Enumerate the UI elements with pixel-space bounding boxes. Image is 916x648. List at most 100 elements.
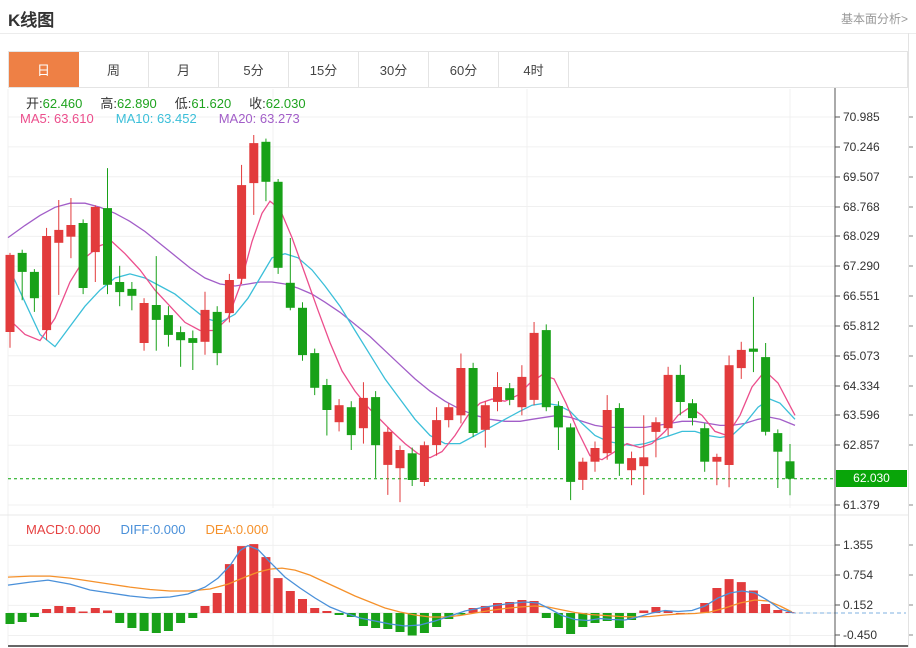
macd-bar xyxy=(261,557,271,613)
candle xyxy=(151,256,161,351)
macd-bar xyxy=(639,610,649,613)
candle xyxy=(407,447,417,486)
candle xyxy=(371,391,381,478)
candle xyxy=(5,252,15,348)
candle xyxy=(675,364,685,416)
candle xyxy=(139,298,149,351)
candle xyxy=(334,399,344,432)
tab-5min[interactable]: 5分 xyxy=(219,52,289,87)
candle xyxy=(444,403,454,428)
svg-text:63.596: 63.596 xyxy=(843,408,880,422)
svg-text:64.334: 64.334 xyxy=(843,379,880,393)
candle xyxy=(505,383,515,406)
macd-bar xyxy=(78,611,88,613)
tab-60min[interactable]: 60分 xyxy=(429,52,499,87)
macd-bar xyxy=(115,613,125,623)
svg-text:69.507: 69.507 xyxy=(843,170,880,184)
svg-text:0.152: 0.152 xyxy=(843,598,873,612)
macd-bar xyxy=(224,564,234,613)
candle xyxy=(724,355,734,488)
macd-bar xyxy=(151,613,161,633)
low-value: 低:61.620 xyxy=(174,96,232,111)
dea-value: DEA:0.000 xyxy=(205,522,269,537)
ma5-value: MA5: 63.610 xyxy=(20,111,94,126)
tab-day[interactable]: 日 xyxy=(9,52,79,87)
candle xyxy=(78,219,88,295)
svg-text:65.812: 65.812 xyxy=(843,319,880,333)
timeframe-tabbar: 日 周 月 5分 15分 30分 60分 4时 xyxy=(8,51,908,88)
candle xyxy=(298,302,307,361)
macd-bar xyxy=(383,613,393,629)
high-value: 高:62.890 xyxy=(100,96,157,111)
svg-text:0.754: 0.754 xyxy=(843,568,873,582)
candle xyxy=(17,249,27,301)
candle xyxy=(383,427,393,495)
candle xyxy=(468,362,478,438)
macd-bar xyxy=(212,593,222,613)
candle xyxy=(432,407,442,456)
macd-bar xyxy=(285,591,295,613)
candle xyxy=(273,179,283,274)
last-price-badge: 62.030 xyxy=(836,470,907,487)
tab-week[interactable]: 周 xyxy=(79,52,149,87)
macd-bar xyxy=(29,613,39,617)
candle xyxy=(712,453,722,486)
candle xyxy=(541,324,551,412)
candle xyxy=(736,341,746,379)
macd-bar xyxy=(66,607,76,613)
svg-text:68.029: 68.029 xyxy=(843,229,880,243)
candle xyxy=(90,205,100,282)
macd-bar xyxy=(90,608,100,613)
macd-bar xyxy=(188,613,198,618)
candle xyxy=(212,306,222,366)
candle xyxy=(517,365,527,416)
candle xyxy=(249,135,259,215)
ma-legend: MA5: 63.610 MA10: 63.452 MA20: 63.273 xyxy=(20,111,300,126)
tab-month[interactable]: 月 xyxy=(149,52,219,87)
macd-bar xyxy=(761,604,771,613)
close-value: 收:62.030 xyxy=(249,96,306,111)
macd-value: MACD:0.000 xyxy=(26,522,101,537)
macd-bar xyxy=(407,613,417,636)
candle xyxy=(42,227,52,341)
candle xyxy=(310,348,320,396)
candle xyxy=(553,401,563,450)
ohlc-legend: 开:62.460 高:62.890 低:61.620 收:62.030 xyxy=(26,93,306,112)
tab-4hour[interactable]: 4时 xyxy=(499,52,569,87)
macd-bar xyxy=(773,610,783,613)
candle xyxy=(103,168,112,295)
candle xyxy=(54,200,64,295)
candle xyxy=(285,238,295,311)
tab-30min[interactable]: 30分 xyxy=(359,52,429,87)
svg-text:70.246: 70.246 xyxy=(843,140,880,154)
macd-bar xyxy=(736,582,746,613)
macd-bar xyxy=(176,613,186,623)
candle xyxy=(395,445,405,503)
candle xyxy=(115,265,125,307)
macd-bar xyxy=(127,613,137,628)
candle xyxy=(627,451,637,486)
macd-bar xyxy=(42,609,52,613)
macd-bar xyxy=(249,544,259,613)
svg-text:65.073: 65.073 xyxy=(843,349,880,363)
candle xyxy=(188,330,198,370)
macd-bar xyxy=(395,613,405,632)
candle xyxy=(346,401,356,450)
open-value: 开:62.460 xyxy=(26,96,83,111)
diff-value: DIFF:0.000 xyxy=(120,522,186,537)
ma10-value: MA10: 63.452 xyxy=(115,111,197,126)
macd-bar xyxy=(54,606,64,613)
macd-bar xyxy=(273,578,283,613)
candle xyxy=(176,326,186,367)
tab-15min[interactable]: 15分 xyxy=(289,52,359,87)
candle xyxy=(322,378,332,436)
ma20-value: MA20: 63.273 xyxy=(218,111,300,126)
macd-bar xyxy=(163,613,173,631)
candle xyxy=(785,444,795,496)
macd-bar xyxy=(200,606,210,613)
candle xyxy=(163,306,173,347)
macd-legend: MACD:0.000 DIFF:0.000 DEA:0.000 xyxy=(26,522,268,537)
candle xyxy=(700,423,710,472)
svg-text:1.355: 1.355 xyxy=(843,538,873,552)
macd-bar xyxy=(541,613,551,618)
